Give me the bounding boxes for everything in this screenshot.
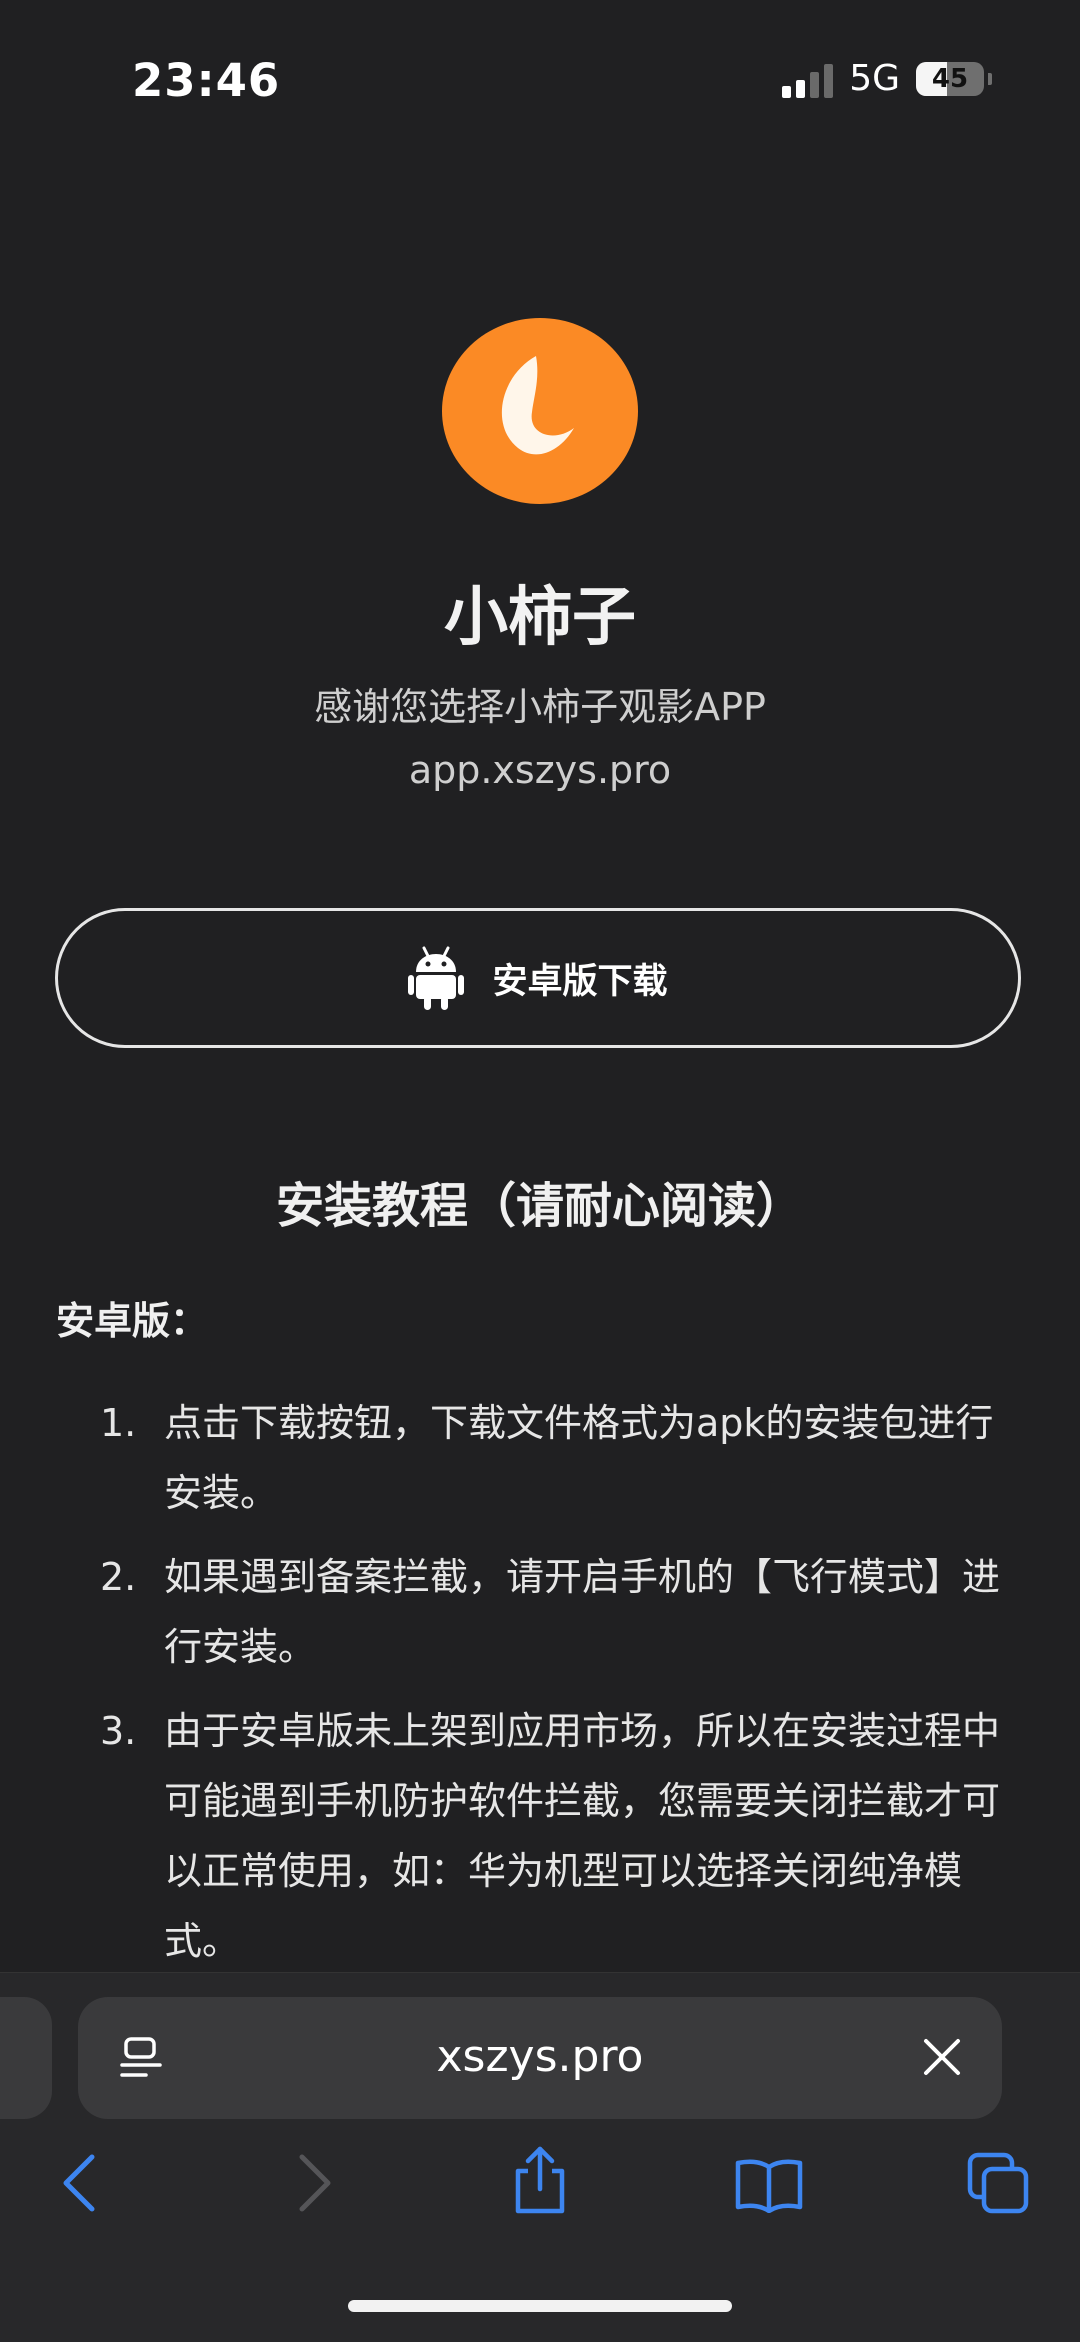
install-steps: 1. 点击下载按钮，下载文件格式为apk的安装包进行安装。 2. 如果遇到备案拦截，… [100,1388,1020,1990]
signal-icon [782,60,834,98]
address-bar[interactable]: xszys.pro [78,1997,1002,2119]
tutorial-title: 安装教程（请耐心阅读） [275,1178,804,1234]
android-icon [408,946,465,1010]
app-tagline: 感谢您选择小柿子观影APP [314,685,766,729]
app-logo [442,318,638,504]
battery-icon: 45 [916,61,984,96]
forward-icon[interactable] [294,2153,334,2213]
android-section-label: 安卓版： [56,1299,209,1343]
android-download-button[interactable]: 安卓版下载 [55,908,1021,1048]
app-domain: app.xszys.pro [408,748,672,792]
download-label: 安卓版下载 [492,961,668,1002]
status-time: 23:46 [132,54,281,107]
close-icon[interactable] [922,2037,962,2077]
home-indicator[interactable] [348,2300,732,2312]
browser-toolbar: xszys.pro [0,1972,1080,2342]
bookmarks-icon[interactable] [734,2157,804,2213]
url-text: xszys.pro [436,2031,644,2082]
list-item: 2. 如果遇到备案拦截，请开启手机的【飞行模式】进行安装。 [100,1555,1001,1669]
list-item: 1. 点击下载按钮，下载文件格式为apk的安装包进行安装。 [100,1401,994,1515]
battery-level: 45 [931,63,969,94]
battery-tip [988,72,992,85]
share-icon[interactable] [510,2145,570,2215]
list-item: 3. 由于安卓版未上架到应用市场，所以在安装过程中可能遇到手机防护软件拦截，您需要… [100,1709,1001,1963]
app-name: 小柿子 [444,581,636,655]
status-indicators: 5G 45 [782,58,992,99]
network-type: 5G [849,58,900,99]
tabs-icon[interactable] [966,2151,1030,2215]
previous-tab-preview[interactable] [0,1997,52,2119]
back-icon[interactable] [60,2153,100,2213]
